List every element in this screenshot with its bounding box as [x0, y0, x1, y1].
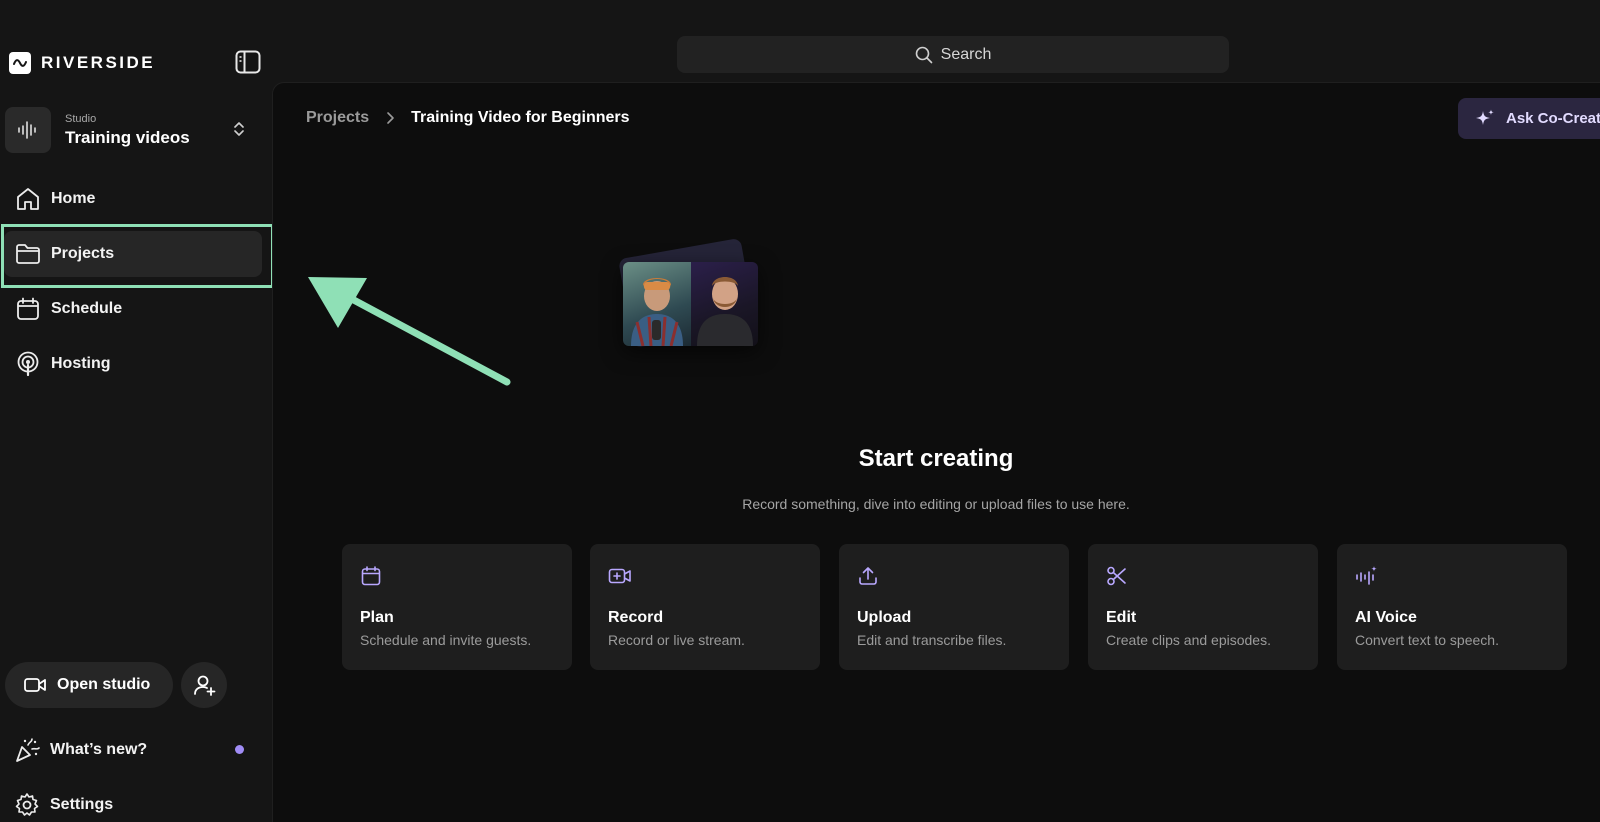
search-bar[interactable]: Search: [677, 36, 1229, 73]
breadcrumb: Projects Training Video for Beginners: [306, 109, 630, 127]
gear-icon: [15, 793, 39, 816]
waveform-icon: [18, 121, 36, 139]
whats-new-label: What’s new?: [50, 741, 148, 758]
calendar-icon: [361, 566, 381, 586]
folder-icon: [16, 244, 40, 264]
card-description: Convert text to speech.: [1355, 632, 1499, 648]
studio-label: Studio: [65, 112, 97, 125]
start-creating-title: Start creating: [858, 445, 1014, 472]
sidebar-item-projects[interactable]: Projects: [4, 231, 262, 277]
card-description: Schedule and invite guests.: [360, 632, 532, 648]
chevron-right-icon: [387, 112, 394, 124]
sidebar-item-schedule[interactable]: Schedule: [4, 286, 262, 332]
video-camera-icon: [24, 678, 46, 692]
whats-new-link[interactable]: What’s new?: [14, 737, 147, 763]
chevron-updown-icon: [234, 122, 244, 136]
sidebar-item-label: Projects: [51, 245, 115, 262]
brand-name: RIVERSIDE: [41, 53, 156, 72]
card-title: Plan: [360, 609, 394, 626]
record-card[interactable]: Record Record or live stream.: [590, 544, 820, 670]
search-placeholder: Search: [940, 45, 992, 63]
sidebar-item-hosting[interactable]: Hosting: [4, 341, 262, 387]
ai-voice-card[interactable]: AI Voice Convert text to speech.: [1337, 544, 1567, 670]
ask-co-creator-label: Ask Co-Creator: [1506, 110, 1600, 127]
settings-label: Settings: [50, 796, 114, 813]
start-creating-illustration: [605, 237, 758, 357]
sparkle-icon: [1476, 109, 1494, 125]
breadcrumb-current: Training Video for Beginners: [411, 109, 630, 126]
invite-user-button[interactable]: [181, 662, 227, 708]
ask-co-creator-button[interactable]: Ask Co-Creator: [1458, 98, 1600, 139]
scissors-icon: [1107, 566, 1126, 586]
upload-card[interactable]: Upload Edit and transcribe files.: [839, 544, 1069, 670]
ai-voice-icon: [1356, 566, 1377, 585]
illustration-video-thumbnail: [623, 262, 758, 346]
participant-right-image: [690, 262, 758, 346]
edit-card[interactable]: Edit Create clips and episodes.: [1088, 544, 1318, 670]
sidebar-item-label: Home: [51, 190, 96, 207]
participant-left-image: [623, 262, 691, 346]
open-studio-label: Open studio: [57, 676, 151, 693]
collapse-sidebar-button[interactable]: [234, 49, 262, 75]
riverside-logo-icon: [9, 52, 31, 74]
card-description: Create clips and episodes.: [1106, 632, 1271, 648]
search-icon: [915, 46, 932, 63]
card-title: Edit: [1106, 609, 1137, 626]
annotation-arrow-icon: [308, 277, 511, 386]
card-title: AI Voice: [1355, 609, 1417, 626]
notification-dot: [235, 745, 244, 754]
card-description: Record or live stream.: [608, 632, 745, 648]
studio-switcher[interactable]: Studio Training videos: [5, 107, 259, 153]
open-studio-button[interactable]: Open studio: [5, 662, 173, 708]
sidebar: RIVERSIDE Studio Training videos Home Pr…: [0, 0, 274, 822]
studio-avatar: [5, 107, 51, 153]
breadcrumb-projects-link[interactable]: Projects: [306, 109, 369, 127]
calendar-icon: [17, 297, 39, 320]
brand-logo[interactable]: RIVERSIDE: [9, 52, 155, 74]
sidebar-toggle-icon: [235, 50, 261, 74]
card-title: Record: [608, 609, 664, 626]
sidebar-item-label: Schedule: [51, 300, 123, 317]
card-title: Upload: [857, 609, 912, 626]
sidebar-item-home[interactable]: Home: [4, 176, 262, 222]
podcast-icon: [17, 351, 39, 377]
upload-icon: [859, 567, 877, 585]
studio-name: Training videos: [65, 127, 190, 147]
start-creating-subtitle: Record something, dive into editing or u…: [742, 496, 1130, 512]
party-popper-icon: [16, 738, 40, 762]
plan-card[interactable]: Plan Schedule and invite guests.: [342, 544, 572, 670]
settings-link[interactable]: Settings: [14, 792, 113, 818]
video-plus-icon: [608, 568, 631, 584]
sidebar-item-label: Hosting: [51, 355, 111, 372]
card-description: Edit and transcribe files.: [857, 632, 1007, 648]
add-user-icon: [194, 675, 216, 696]
home-icon: [17, 188, 39, 210]
